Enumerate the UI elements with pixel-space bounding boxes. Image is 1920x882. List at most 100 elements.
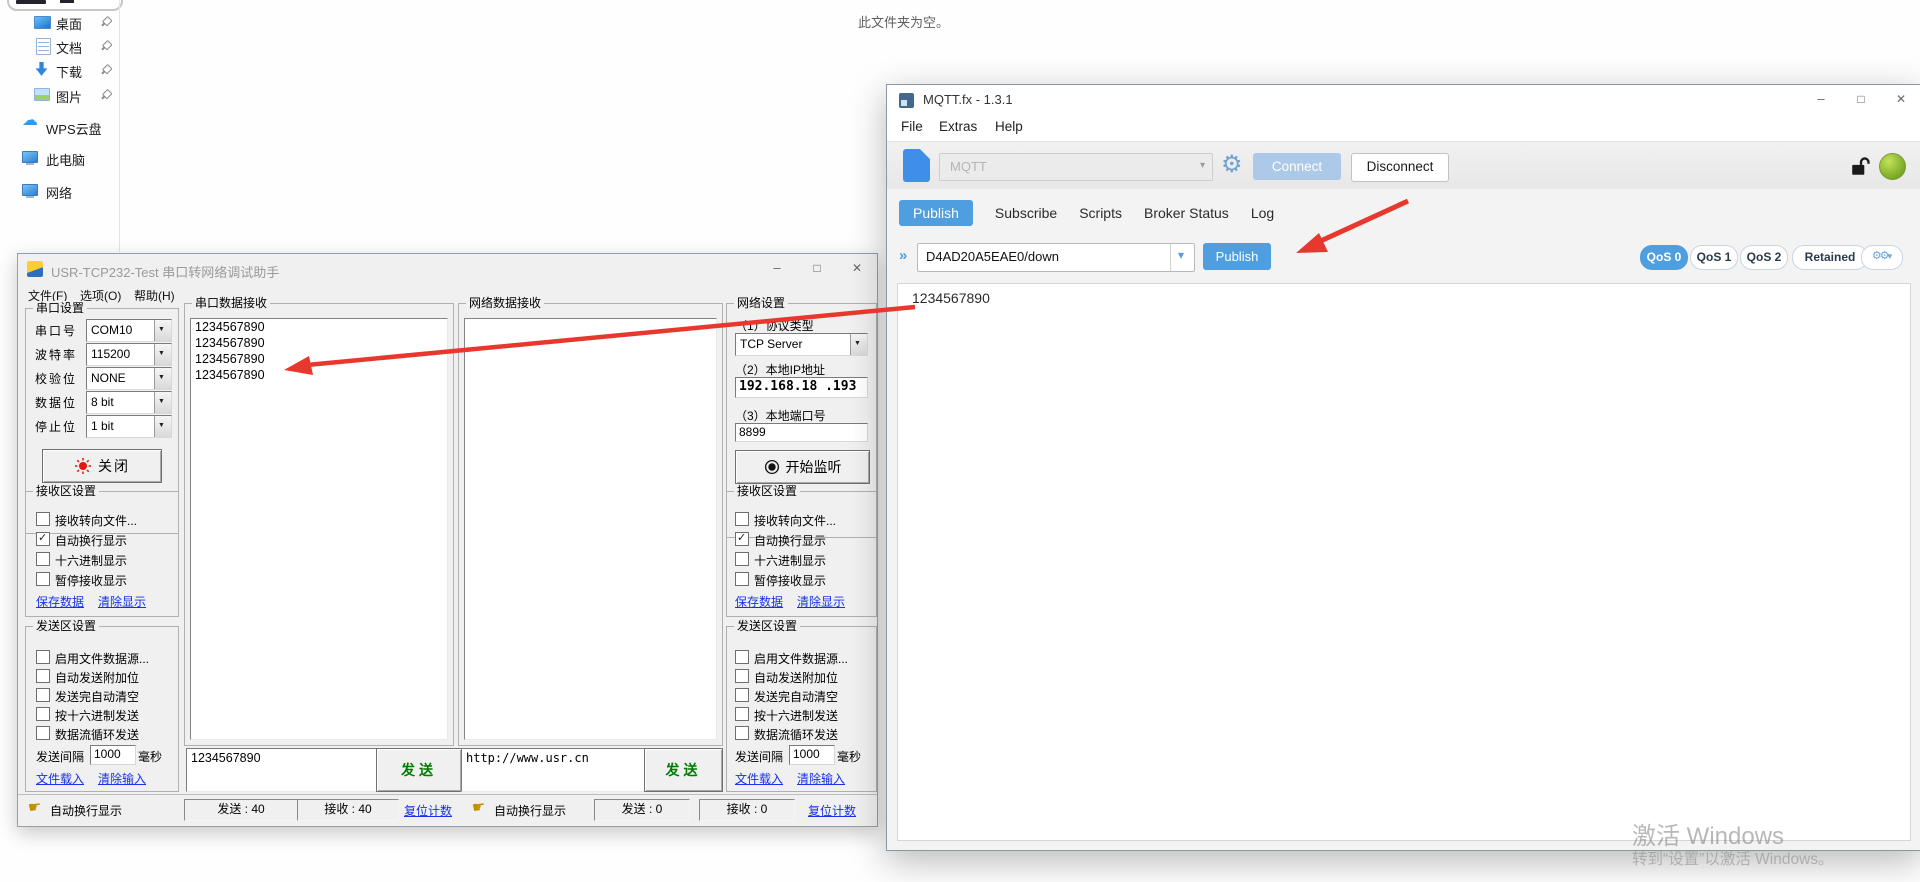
tab-subscribe[interactable]: Subscribe: [995, 200, 1057, 226]
serial-send-input[interactable]: 1234567890: [186, 748, 380, 792]
send-interval-input[interactable]: 1000: [90, 745, 136, 765]
qos1-button[interactable]: QoS 1: [1690, 245, 1738, 270]
explorer-titlebar-fragment: [16, 0, 46, 4]
clear-display-link[interactable]: 清除显示: [797, 593, 845, 610]
load-file-link[interactable]: 文件载入: [735, 770, 783, 787]
menu-file[interactable]: File: [901, 119, 923, 134]
checkbox-hex-send[interactable]: [36, 707, 50, 721]
menu-help[interactable]: 帮助(H): [134, 287, 175, 304]
clear-display-link[interactable]: 清除显示: [98, 593, 146, 610]
profile-select[interactable]: MQTT: [939, 153, 1213, 181]
qos0-button[interactable]: QoS 0: [1640, 245, 1688, 270]
mqtt-fx-window: MQTT.fx - 1.3.1 File Extras Help MQTT Co…: [886, 84, 1920, 851]
checkbox-auto-wrap[interactable]: [735, 532, 749, 546]
protocol-select[interactable]: TCP Server: [735, 333, 868, 356]
record-dot-icon: [764, 459, 780, 475]
connect-button[interactable]: Connect: [1253, 153, 1341, 180]
stop-bits-select[interactable]: 1 bit: [86, 415, 172, 438]
retained-button[interactable]: Retained: [1792, 245, 1868, 270]
sidebar-item-pictures[interactable]: 图片: [0, 84, 120, 106]
save-data-link[interactable]: 保存数据: [735, 593, 783, 610]
save-data-link[interactable]: 保存数据: [36, 593, 84, 610]
chevron-down-icon[interactable]: [154, 344, 171, 365]
local-port-input[interactable]: 8899: [735, 423, 868, 442]
profile-file-icon[interactable]: [903, 149, 930, 182]
sidebar-item-downloads[interactable]: 下载: [0, 59, 120, 81]
usr-titlebar[interactable]: USR-TCP232-Test 串口转网络调试助手: [18, 254, 877, 284]
chevron-down-icon[interactable]: [154, 368, 171, 389]
tab-broker-status[interactable]: Broker Status: [1144, 200, 1229, 226]
sidebar-item-documents[interactable]: 文档: [0, 35, 120, 57]
serial-send-button[interactable]: 发送: [376, 748, 462, 792]
reset-count-link[interactable]: 复位计数: [404, 802, 452, 819]
send-interval-input[interactable]: 1000: [789, 745, 835, 765]
tab-scripts[interactable]: Scripts: [1079, 200, 1122, 226]
clear-input-link[interactable]: 清除输入: [98, 770, 146, 787]
checkbox-auto-clear[interactable]: [36, 688, 50, 702]
network-icon: [22, 184, 38, 196]
chevron-down-icon[interactable]: [154, 416, 171, 437]
com-port-select[interactable]: COM10: [86, 319, 172, 342]
checkbox-auto-append[interactable]: [36, 669, 50, 683]
start-listen-button[interactable]: 开始监听: [735, 450, 870, 484]
chevron-down-icon[interactable]: [1170, 244, 1194, 271]
chevron-down-icon[interactable]: [154, 392, 171, 413]
minimize-button[interactable]: [1801, 85, 1841, 115]
checkbox-file-source[interactable]: [36, 650, 50, 664]
chevron-down-icon[interactable]: [850, 334, 867, 355]
checkbox-loop-send[interactable]: [36, 726, 50, 740]
close-serial-button[interactable]: 关闭: [42, 449, 162, 483]
tab-log[interactable]: Log: [1251, 200, 1274, 226]
maximize-button[interactable]: [797, 254, 837, 284]
chevron-down-icon[interactable]: [154, 320, 171, 341]
qos2-button[interactable]: QoS 2: [1740, 245, 1788, 270]
publish-message-area[interactable]: 1234567890: [897, 283, 1911, 841]
publish-options-gear-button[interactable]: [1861, 245, 1903, 270]
recv-settings-group-right: 接收区设置 接收转向文件... 自动换行显示 十六进制显示 暂停接收显示 保存数…: [726, 491, 877, 617]
mqtt-titlebar[interactable]: MQTT.fx - 1.3.1: [887, 85, 1920, 115]
minimize-button[interactable]: [757, 254, 797, 284]
checkbox-auto-clear[interactable]: [735, 688, 749, 702]
explorer-titlebar-fragment2: [60, 0, 74, 3]
settings-gear-icon[interactable]: [1221, 153, 1243, 177]
collapse-chevron-icon[interactable]: [899, 247, 907, 264]
topic-combobox[interactable]: D4AD20A5EAE0/down: [917, 243, 1195, 272]
net-send-button[interactable]: 发送: [644, 748, 723, 792]
close-button[interactable]: [837, 254, 877, 284]
local-ip-input[interactable]: 192.168.18 .193: [735, 377, 868, 398]
close-button[interactable]: [1881, 85, 1920, 115]
parity-select[interactable]: NONE: [86, 367, 172, 390]
clear-input-link[interactable]: 清除输入: [797, 770, 845, 787]
checkbox-hex-display[interactable]: [36, 552, 50, 566]
disconnect-button[interactable]: Disconnect: [1351, 153, 1449, 182]
checkbox-hex-display[interactable]: [735, 552, 749, 566]
net-recv-textarea[interactable]: [464, 318, 717, 740]
publish-button[interactable]: Publish: [1203, 243, 1271, 270]
reset-count-link[interactable]: 复位计数: [808, 802, 856, 819]
net-send-input[interactable]: http://www.usr.cn: [461, 748, 647, 792]
checkbox-recv-to-file[interactable]: [735, 512, 749, 526]
serial-recv-textarea[interactable]: 1234567890 1234567890 1234567890 1234567…: [190, 318, 448, 740]
chevron-down-icon: [1200, 160, 1205, 171]
mqtt-tabs: Publish Subscribe Scripts Broker Status …: [899, 197, 1274, 229]
checkbox-pause-recv[interactable]: [36, 572, 50, 586]
sidebar-item-this-pc[interactable]: 此电脑: [0, 147, 120, 169]
checkbox-recv-to-file[interactable]: [36, 512, 50, 526]
checkbox-file-source[interactable]: [735, 650, 749, 664]
sidebar-item-network[interactable]: 网络: [0, 180, 120, 202]
menu-help[interactable]: Help: [995, 119, 1023, 134]
menu-extras[interactable]: Extras: [939, 119, 977, 134]
maximize-button[interactable]: [1841, 85, 1881, 115]
checkbox-loop-send[interactable]: [735, 726, 749, 740]
baud-rate-select[interactable]: 115200: [86, 343, 172, 366]
tab-publish[interactable]: Publish: [899, 200, 973, 226]
load-file-link[interactable]: 文件载入: [36, 770, 84, 787]
checkbox-auto-append[interactable]: [735, 669, 749, 683]
checkbox-pause-recv[interactable]: [735, 572, 749, 586]
checkbox-auto-wrap[interactable]: [36, 532, 50, 546]
data-bits-select[interactable]: 8 bit: [86, 391, 172, 414]
sidebar-item-wps-cloud[interactable]: ☁ WPS云盘: [0, 116, 120, 138]
sidebar-item-desktop[interactable]: 桌面: [0, 11, 120, 33]
mqtt-app-icon: [899, 93, 914, 108]
checkbox-hex-send[interactable]: [735, 707, 749, 721]
